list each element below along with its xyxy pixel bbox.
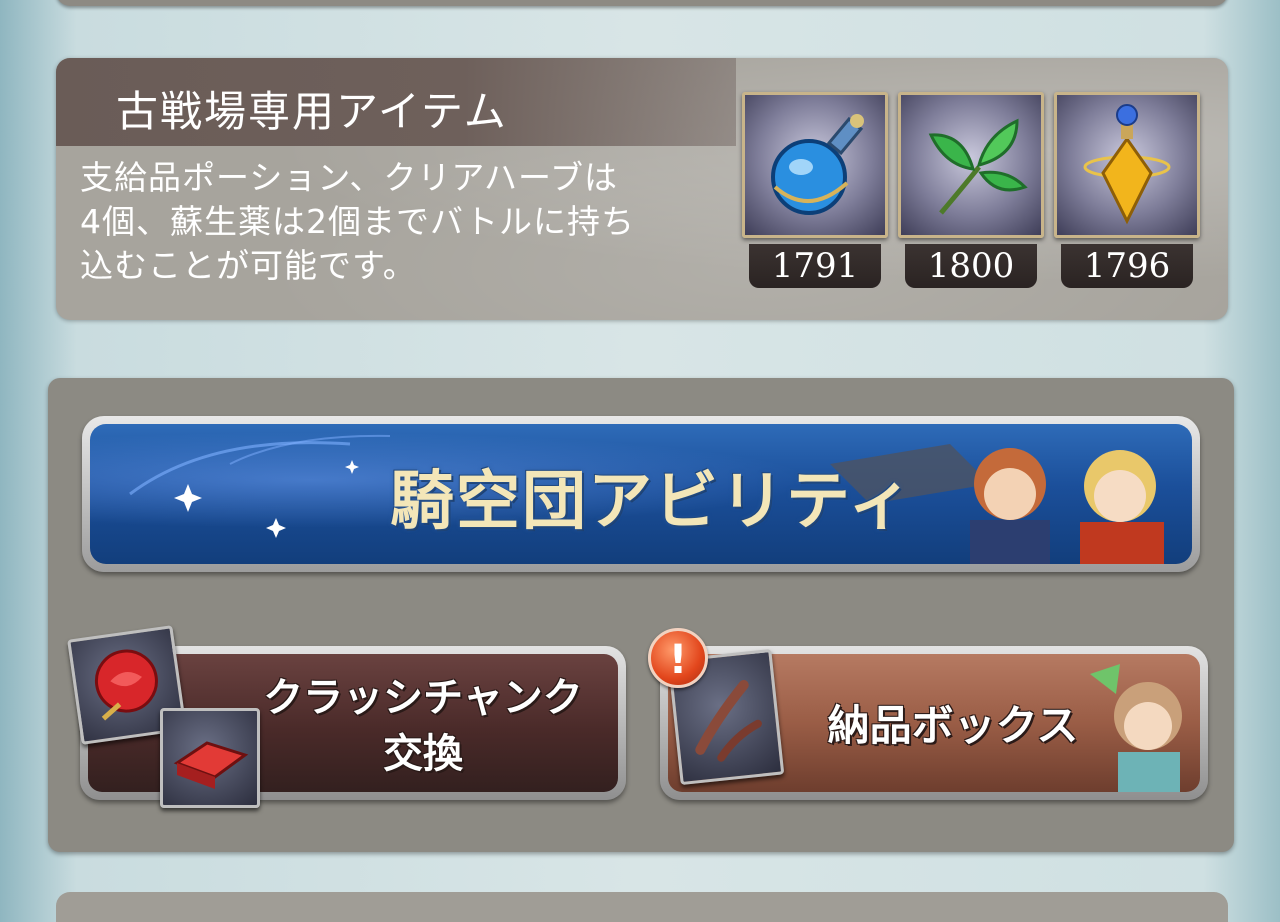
item-count: 1800 <box>905 244 1037 288</box>
potion-frame <box>742 92 888 238</box>
battle-items-panel: 古戦場専用アイテム 支給品ポーション、クリアハーブは 4個、蘇生薬は2個までバト… <box>56 58 1228 320</box>
revival-elixir-icon <box>1083 104 1171 225</box>
character-portrait-icon <box>1090 664 1182 792</box>
item-slot-elixir[interactable]: 1796 <box>1054 92 1200 288</box>
elixir-frame <box>1054 92 1200 238</box>
description-line: 4個、蘇生薬は2個までバトルに持ち <box>80 202 635 241</box>
crew-ability-button[interactable]: 騎空団アビリティ <box>82 416 1200 572</box>
alert-icon: ! <box>648 628 708 688</box>
item-slot-potion[interactable]: 1791 <box>742 92 888 288</box>
items-title: 古戦場専用アイテム <box>116 87 508 136</box>
exchange-label: クラッシチャンク 交換 <box>238 670 608 782</box>
items-description: 支給品ポーション、クリアハーブは 4個、蘇生薬は2個までバトルに持ち 込むことが… <box>80 156 730 288</box>
red-ingot-item-icon <box>160 708 260 808</box>
blue-potion-icon <box>771 114 864 215</box>
clear-herb-icon <box>928 118 1028 215</box>
item-slot-herb[interactable]: 1800 <box>898 92 1044 288</box>
item-count: 1791 <box>749 244 881 288</box>
next-panel-edge <box>56 892 1228 922</box>
delivery-label: 納品ボックス <box>827 701 1079 750</box>
description-line: 込むことが可能です。 <box>80 246 417 285</box>
item-count: 1796 <box>1061 244 1193 288</box>
herb-frame <box>898 92 1044 238</box>
ability-banner-label: 騎空団アビリティ <box>390 465 915 539</box>
description-line: 支給品ポーション、クリアハーブは <box>80 158 619 197</box>
exchange-label-line1: クラッシチャンク <box>263 675 583 721</box>
previous-panel-edge <box>56 0 1228 6</box>
ability-banner-art: 騎空団アビリティ <box>90 424 1192 564</box>
guild-menu-panel: 騎空団アビリティ クラッシチャンク 交換 納品ボックス ! <box>48 378 1234 852</box>
items-header: 古戦場専用アイテム <box>56 58 736 146</box>
exchange-label-line2: 交換 <box>383 731 463 777</box>
